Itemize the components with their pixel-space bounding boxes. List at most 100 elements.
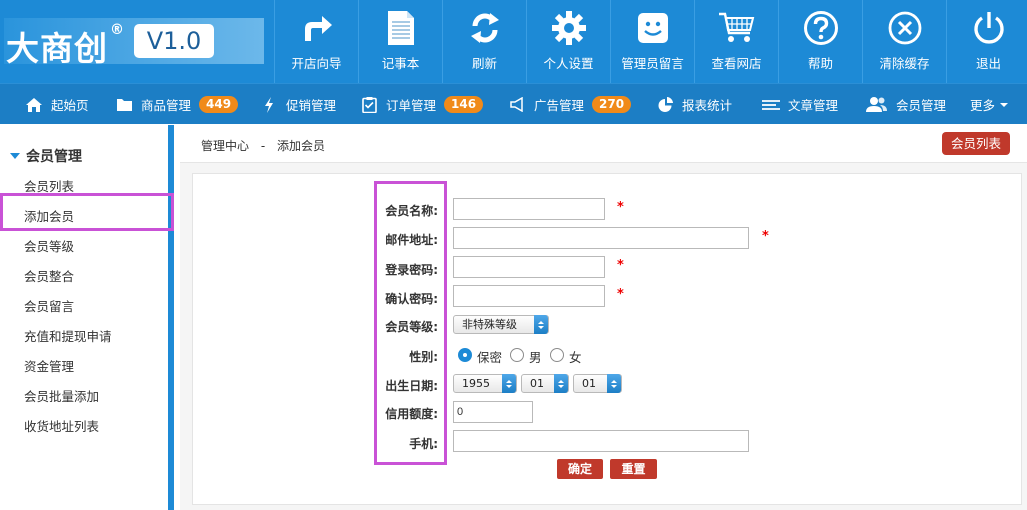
required-mark: * (762, 229, 769, 244)
credit-label: 信用额度: (385, 407, 438, 421)
topnav-label: 帮助 (807, 56, 833, 71)
breadcrumb: 管理中心 - 添加会员 (201, 137, 325, 154)
sidebar-item-member-rank[interactable]: 会员等级 (24, 236, 74, 255)
topnav-label: 管理员留言 (621, 56, 684, 71)
gender-radio-male[interactable] (510, 348, 524, 362)
count-badge: 270 (592, 96, 632, 113)
subnav-label: 起始页 (51, 98, 89, 113)
subnav-item-articles[interactable]: 文章管理 (762, 84, 838, 125)
reset-button[interactable]: 重置 (610, 459, 657, 479)
mobile-input[interactable] (453, 430, 749, 452)
subnav-label: 会员管理 (896, 98, 947, 113)
birth-day-select[interactable]: 01 (573, 374, 622, 393)
sidebar-item-recharge-withdraw[interactable]: 充值和提现申请 (24, 326, 112, 345)
gender-radio-female[interactable] (550, 348, 564, 362)
subnav-label: 文章管理 (788, 98, 839, 113)
caret-down-icon (1000, 102, 1009, 107)
topnav-label: 清除缓存 (879, 56, 930, 71)
subnav-label: 订单管理 (386, 98, 437, 113)
rank-label: 会员等级: (385, 320, 438, 334)
username-input[interactable] (453, 198, 605, 220)
top-nav: 开店向导 记事本 刷新 个人设置 管理员留言 查看网店 帮助 清除缓存 退出 (274, 0, 1027, 83)
topnav-personal-settings[interactable]: 个人设置 (526, 0, 610, 83)
topnav-view-store[interactable]: 查看网店 (694, 0, 778, 83)
breadcrumb-root[interactable]: 管理中心 (201, 139, 249, 153)
count-badge: 146 (444, 96, 484, 113)
notepad-icon (359, 8, 442, 48)
refresh-icon (443, 8, 526, 48)
gender-option-label: 男 (529, 350, 542, 365)
topnav-label: 查看网店 (711, 56, 762, 71)
topnav-clear-cache[interactable]: 清除缓存 (862, 0, 946, 83)
subnav-item-home[interactable]: 起始页 (25, 84, 89, 125)
subnav-more[interactable]: 更多 (970, 84, 1009, 125)
topnav-label: 开店向导 (291, 56, 342, 71)
logo: 大商创 ® V1.0 (4, 18, 264, 68)
required-mark: * (617, 287, 624, 302)
topnav-setup-wizard[interactable]: 开店向导 (274, 0, 358, 83)
birth-year-select[interactable]: 1955 (453, 374, 517, 393)
submit-button[interactable]: 确定 (557, 459, 603, 479)
birth-month-select[interactable]: 01 (521, 374, 569, 393)
gender-option-label: 保密 (477, 350, 503, 365)
gender-label: 性别: (409, 350, 438, 364)
home-icon (25, 96, 43, 114)
password-input[interactable] (453, 256, 605, 278)
count-badge: 449 (199, 96, 239, 113)
updown-arrow-icon (502, 374, 516, 393)
sidebar-heading[interactable]: 会员管理 (10, 146, 82, 166)
mobile-label: 手机: (409, 437, 438, 451)
topnav-refresh[interactable]: 刷新 (442, 0, 526, 83)
sidebar-item-address-list[interactable]: 收货地址列表 (24, 416, 99, 435)
clipboard-icon (360, 96, 378, 114)
credit-input[interactable] (453, 401, 533, 423)
topnav-notepad[interactable]: 记事本 (358, 0, 442, 83)
subnav-item-reports[interactable]: 报表统计 (656, 84, 732, 125)
list-icon (762, 96, 780, 114)
sidebar-item-member-integration[interactable]: 会员整合 (24, 266, 74, 285)
gender-radio-secret[interactable] (458, 348, 472, 362)
top-bar: 大商创 ® V1.0 开店向导 记事本 刷新 个人设置 管理员留言 查看网店 帮… (0, 0, 1027, 83)
form-panel (192, 173, 1022, 505)
version-badge: V1.0 (134, 24, 214, 58)
lightning-icon (260, 96, 278, 114)
folder-icon (115, 96, 133, 114)
logo-text: 大商创 (6, 29, 108, 68)
sidebar-item-batch-add[interactable]: 会员批量添加 (24, 386, 99, 405)
subnav-label: 广告管理 (534, 98, 585, 113)
updown-arrow-icon (534, 315, 548, 334)
topnav-label: 退出 (975, 56, 1001, 71)
confirm-password-label: 确认密码: (385, 292, 438, 306)
subnav-label: 报表统计 (682, 98, 733, 113)
confirm-password-input[interactable] (453, 285, 605, 307)
subnav-item-orders[interactable]: 订单管理 146 (360, 84, 484, 125)
users-icon (866, 96, 888, 114)
breadcrumb-current: 添加会员 (277, 139, 326, 153)
member-list-button[interactable]: 会员列表 (941, 132, 1010, 155)
topnav-help[interactable]: 帮助 (778, 0, 862, 83)
rank-selected-value: 非特殊等级 (462, 318, 517, 331)
triangle-down-icon (10, 153, 20, 159)
cart-icon (695, 8, 778, 48)
topnav-label: 个人设置 (543, 56, 594, 71)
sidebar-item-funds[interactable]: 资金管理 (24, 356, 74, 375)
subnav-item-members[interactable]: 会员管理 (866, 84, 946, 125)
birth-month-value: 01 (530, 377, 544, 390)
subnav-item-ads[interactable]: 广告管理 270 (508, 84, 632, 125)
topnav-label: 刷新 (471, 56, 497, 71)
sidebar-item-member-messages[interactable]: 会员留言 (24, 296, 74, 315)
email-label: 邮件地址: (385, 233, 438, 247)
topnav-logout[interactable]: 退出 (946, 0, 1027, 83)
subnav-item-goods[interactable]: 商品管理 449 (115, 84, 239, 125)
birthday-label: 出生日期: (385, 379, 438, 393)
subnav-item-promotion[interactable]: 促销管理 (260, 84, 336, 125)
username-label: 会员名称: (385, 204, 438, 218)
rank-select[interactable]: 非特殊等级 (453, 315, 549, 334)
email-input[interactable] (453, 227, 749, 249)
smiley-message-icon (611, 8, 694, 48)
share-arrow-icon (275, 8, 358, 48)
topnav-admin-message[interactable]: 管理员留言 (610, 0, 694, 83)
birth-day-value: 01 (582, 377, 596, 390)
sidebar-item-add-member[interactable]: 添加会员 (24, 206, 74, 225)
clear-cache-icon (863, 8, 946, 48)
